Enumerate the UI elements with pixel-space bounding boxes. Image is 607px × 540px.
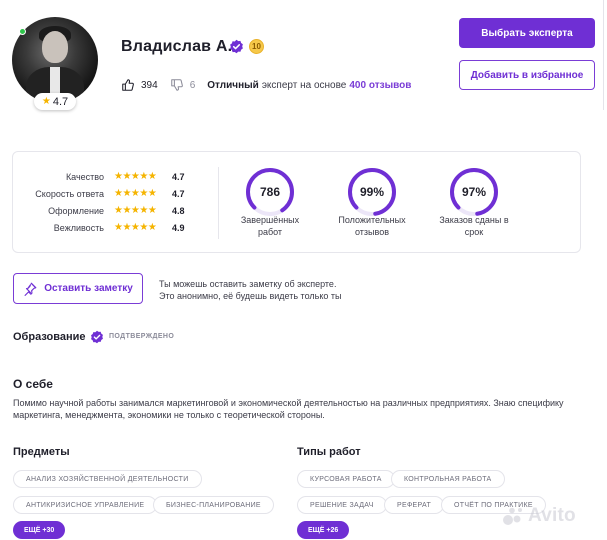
reviews-link[interactable]: 400 отзывов [349,80,411,91]
watermark: Avito [502,503,576,529]
star-icon: ★ [41,96,51,107]
on-time-label: Заказов сданы в срок [429,214,519,238]
avito-logo-icon [503,507,522,525]
about-text: Помимо научной работы занимался маркетин… [13,398,564,420]
metric-value-quality: 4.7 [172,172,185,182]
metric-label-design: Оформление [48,206,104,216]
rating-stars: ★★★★★ [114,171,157,182]
subjects-more-button[interactable]: ЕЩЁ +30 [13,521,66,539]
metric-label-speed: Скорость ответа [35,189,104,199]
note-hint: Ты можешь оставить заметку об эксперте. … [159,278,359,302]
ring-label-line: Заказов сданы в [439,215,509,225]
positive-reviews-value: 99% [359,185,385,199]
education-status: ПОДТВЕРЖДЕНО [109,333,175,340]
pin-icon [24,282,37,296]
panel-divider [603,0,604,110]
work-type-tag[interactable]: РЕФЕРАТ [384,496,445,514]
on-time-value: 97% [461,185,487,199]
leave-note-label: Оставить заметку [44,283,133,294]
watermark-text: Avito [528,505,576,526]
note-hint-line: Ты можешь оставить заметку об эксперте. [159,279,337,289]
thumbs-up-icon [122,79,134,91]
verified-icon [91,330,103,344]
work-type-tag[interactable]: РЕШЕНИЕ ЗАДАЧ [297,496,387,514]
note-hint-line: Это анонимно, её будешь видеть только ты [159,291,342,301]
likes-count: 394 [141,79,158,91]
add-to-favorites-button[interactable]: Добавить в избранное [459,60,595,90]
metric-label-quality: Качество [65,172,104,182]
level-badge: 10 [249,39,264,54]
work-types-title: Типы работ [297,446,361,458]
avatar-rating-value: 4.7 [52,95,69,108]
dislikes-count: 6 [189,79,196,91]
metric-value-design: 4.8 [172,206,185,216]
reputation-row: 394 6 Отличный эксперт на основе 400 отз… [121,77,411,93]
work-type-tag[interactable]: КУРСОВАЯ РАБОТА [297,470,395,488]
subjects-title: Предметы [13,446,70,458]
summary-grade: Отличный [207,79,259,91]
work-type-tag[interactable]: КОНТРОЛЬНАЯ РАБОТА [391,470,505,488]
rating-stars: ★★★★★ [114,188,157,199]
choose-expert-button[interactable]: Выбрать эксперта [459,18,595,48]
completed-works-label: Завершённых работ [225,214,315,238]
metric-label-politeness: Вежливость [53,223,104,233]
ring-label-line: отзывов [355,227,389,237]
summary-text: эксперт на основе [261,79,347,91]
metric-value-politeness: 4.9 [172,223,185,233]
rating-stars: ★★★★★ [114,222,157,233]
work-types-more-button[interactable]: ЕЩЁ +26 [297,521,350,539]
rating-stars: ★★★★★ [114,205,157,216]
stats-divider [218,167,219,239]
ring-label-line: работ [257,227,283,237]
ring-label-line: Положительных [338,215,406,225]
ring-label-line: срок [464,227,484,237]
expert-name: Владислав А. [121,38,233,55]
subject-tag[interactable]: АНТИКРИЗИСНОЕ УПРАВЛЕНИЕ [13,496,158,514]
online-status-dot [19,28,26,35]
leave-note-button[interactable]: Оставить заметку [13,273,143,304]
verified-icon [230,39,243,54]
subject-tag[interactable]: БИЗНЕС-ПЛАНИРОВАНИЕ [153,496,274,514]
avatar-rating-badge: ★ 4.7 [34,93,76,110]
education-title: Образование [13,331,86,343]
ring-label-line: Завершённых [240,215,300,225]
thumbs-down-icon [170,79,183,91]
metric-value-speed: 4.7 [172,189,185,199]
subject-tag[interactable]: АНАЛИЗ ХОЗЯЙСТВЕННОЙ ДЕЯТЕЛЬНОСТИ [13,470,202,488]
completed-works-value: 786 [259,185,281,199]
about-title: О себе [13,377,53,391]
positive-reviews-label: Положительных отзывов [327,214,417,238]
